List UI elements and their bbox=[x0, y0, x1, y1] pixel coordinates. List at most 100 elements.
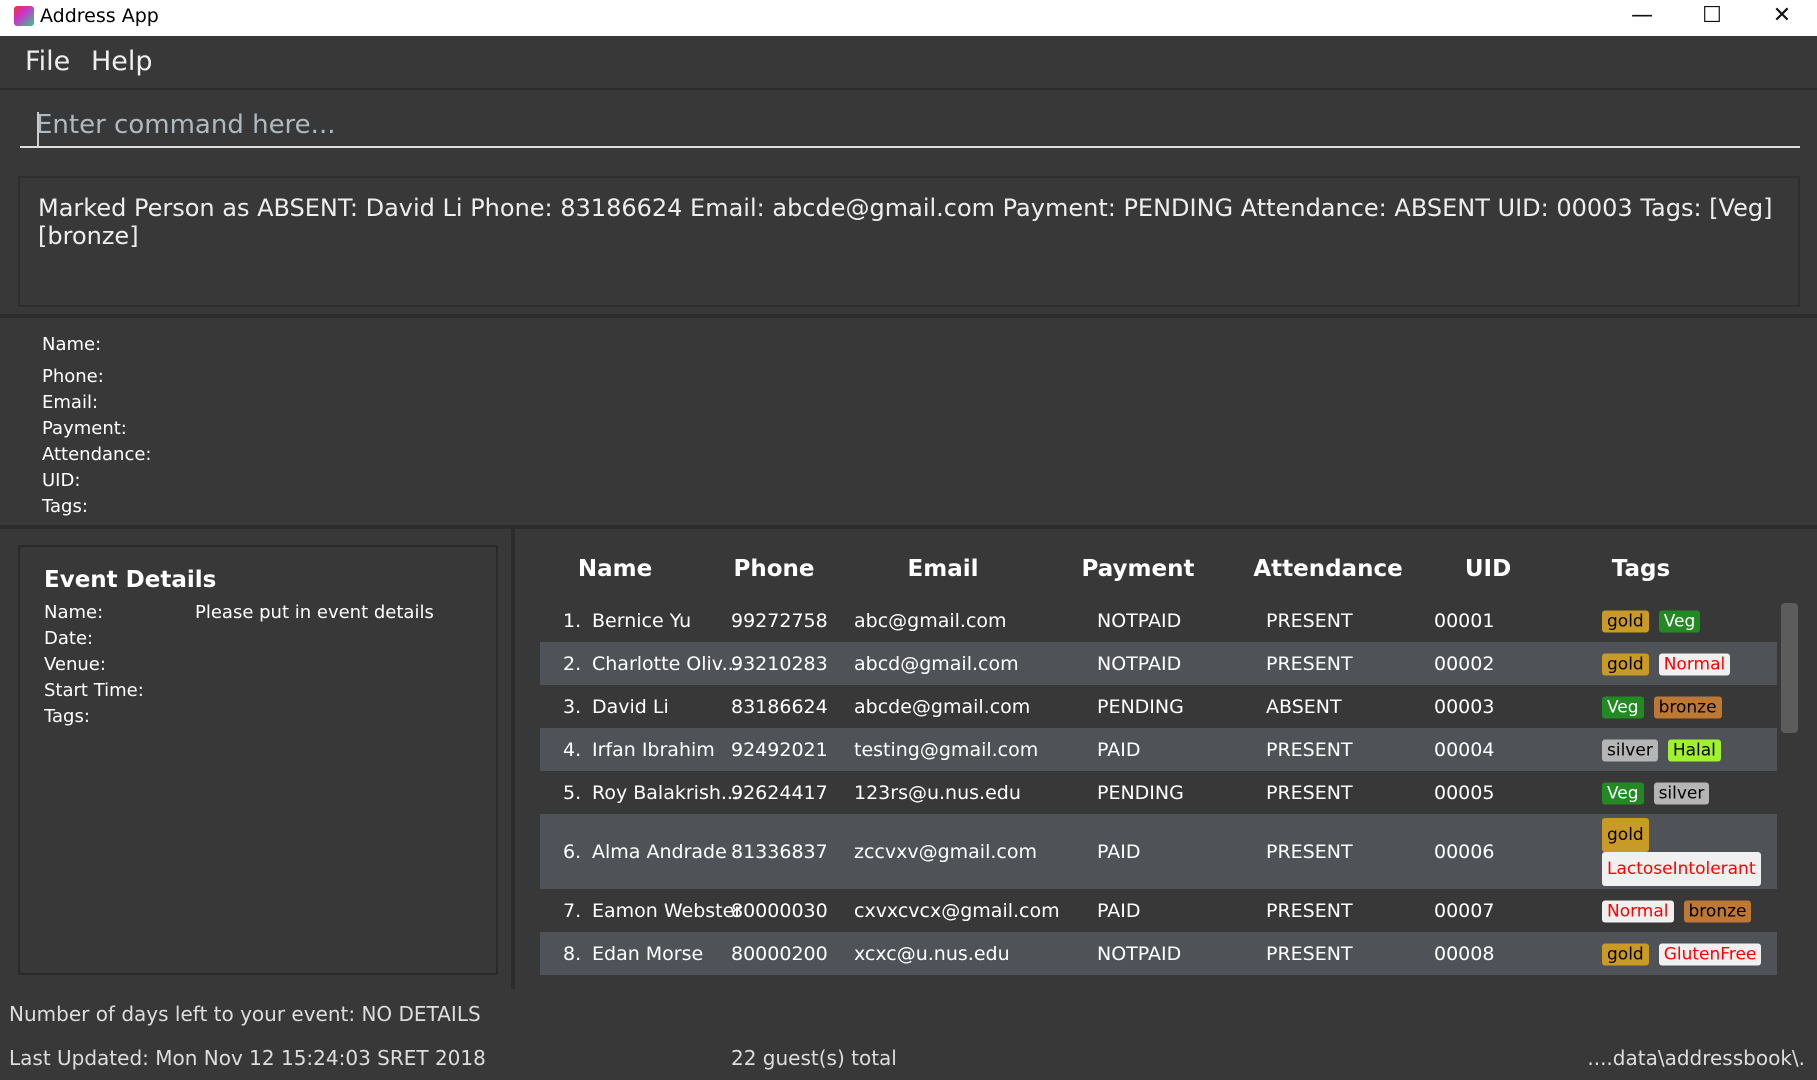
event-start-time-label: Start Time: bbox=[44, 680, 144, 701]
tag-badge: silver bbox=[1602, 739, 1658, 761]
column-header-payment[interactable]: Payment bbox=[1082, 556, 1195, 582]
event-tags-label: Tags: bbox=[44, 706, 90, 727]
cell-email: abcd@gmail.com bbox=[854, 652, 1019, 675]
table-row[interactable]: 8. Edan Morse 80000200 xcxc@u.nus.edu NOTPAI… bbox=[540, 932, 1777, 975]
column-header-name[interactable]: Name bbox=[578, 556, 652, 582]
maximize-button[interactable]: ☐ bbox=[1682, 0, 1742, 36]
cell-attendance: PRESENT bbox=[1266, 652, 1353, 675]
cell-email: abc@gmail.com bbox=[854, 609, 1007, 632]
guest-total-text: 22 guest(s) total bbox=[731, 1046, 897, 1070]
person-payment-label: Payment: bbox=[42, 418, 127, 439]
tag-badge: gold bbox=[1602, 817, 1649, 852]
tag-badge: Veg bbox=[1602, 696, 1644, 718]
title-bar: Address App — ☐ ✕ bbox=[0, 0, 1817, 36]
cell-tags: gold Normal bbox=[1602, 652, 1740, 675]
menu-file[interactable]: File bbox=[25, 46, 70, 77]
table-row[interactable]: 2. Charlotte Oliv... 93210283 abcd@gmail.co… bbox=[540, 642, 1777, 685]
tag-badge: gold bbox=[1602, 610, 1649, 632]
column-header-email[interactable]: Email bbox=[908, 556, 979, 582]
column-header-uid[interactable]: UID bbox=[1465, 556, 1511, 582]
last-updated-text: Last Updated: Mon Nov 12 15:24:03 SRET 2… bbox=[9, 1046, 486, 1070]
cell-num: 6. bbox=[563, 840, 582, 863]
event-details-panel: Event Details Name: Please put in event … bbox=[18, 545, 498, 975]
person-attendance-label: Attendance: bbox=[42, 444, 152, 465]
cell-uid: 00006 bbox=[1434, 840, 1495, 863]
tag-badge: Halal bbox=[1667, 739, 1721, 761]
event-date-label: Date: bbox=[44, 628, 94, 649]
table-row[interactable]: 1. Bernice Yu 99272758 abc@gmail.com NOTPAID… bbox=[540, 599, 1777, 642]
tag-badge: bronze bbox=[1683, 900, 1752, 922]
cell-uid: 00002 bbox=[1434, 652, 1495, 675]
table-row[interactable]: 7. Eamon Webster 80000030 cxvxcvcx@gmail.co… bbox=[540, 889, 1777, 932]
cell-name: Bernice Yu bbox=[592, 609, 692, 632]
cell-tags: Veg silver bbox=[1602, 781, 1719, 804]
person-email-label: Email: bbox=[42, 392, 99, 413]
cell-attendance: PRESENT bbox=[1266, 942, 1353, 965]
divider bbox=[0, 314, 1817, 318]
tag-badge: gold bbox=[1602, 653, 1649, 675]
divider bbox=[0, 525, 1817, 529]
cell-attendance: PRESENT bbox=[1266, 609, 1353, 632]
event-name-label: Name: bbox=[44, 602, 104, 623]
tag-badge: gold bbox=[1602, 943, 1649, 965]
cell-phone: 99272758 bbox=[731, 609, 828, 632]
cell-email: 123rs@u.nus.edu bbox=[854, 781, 1021, 804]
tag-badge: GlutenFree bbox=[1658, 943, 1762, 965]
cell-uid: 00003 bbox=[1434, 695, 1495, 718]
cell-attendance: PRESENT bbox=[1266, 781, 1353, 804]
tag-badge: silver bbox=[1653, 782, 1710, 804]
cell-name: Eamon Webster bbox=[592, 899, 743, 922]
cell-email: abcde@gmail.com bbox=[854, 695, 1031, 718]
cell-payment: PENDING bbox=[1097, 781, 1184, 804]
status-bar: Number of days left to your event: NO DE… bbox=[0, 989, 1817, 1080]
cell-attendance: PRESENT bbox=[1266, 840, 1353, 863]
cell-phone: 93210283 bbox=[731, 652, 828, 675]
command-input[interactable] bbox=[20, 104, 1800, 148]
column-header-attendance[interactable]: Attendance bbox=[1253, 556, 1402, 582]
cell-payment: PAID bbox=[1097, 899, 1141, 922]
cell-payment: NOTPAID bbox=[1097, 942, 1182, 965]
table-row[interactable]: 6. Alma Andrade 81336837 zccvxv@gmail.com PA… bbox=[540, 814, 1777, 889]
table-row[interactable]: 3. David Li 83186624 abcde@gmail.com PENDING… bbox=[540, 685, 1777, 728]
cell-phone: 81336837 bbox=[731, 840, 828, 863]
table-row[interactable]: 4. Irfan Ibrahim 92492021 testing@gmail.com… bbox=[540, 728, 1777, 771]
close-button[interactable]: ✕ bbox=[1752, 0, 1812, 36]
minimize-button[interactable]: — bbox=[1612, 0, 1672, 36]
file-path-text: ....data\addressbook\. bbox=[1587, 1046, 1805, 1070]
cell-email: testing@gmail.com bbox=[854, 738, 1039, 761]
cell-name: Alma Andrade bbox=[592, 840, 727, 863]
tag-badge: bronze bbox=[1653, 696, 1722, 718]
cell-email: zccvxv@gmail.com bbox=[854, 840, 1037, 863]
cell-payment: PAID bbox=[1097, 738, 1141, 761]
cell-name: Irfan Ibrahim bbox=[592, 738, 715, 761]
person-uid-label: UID: bbox=[42, 470, 81, 491]
column-header-tags[interactable]: Tags bbox=[1612, 556, 1670, 582]
cell-phone: 80000030 bbox=[731, 899, 828, 922]
cell-payment: NOTPAID bbox=[1097, 652, 1182, 675]
cell-tags: Normal bronze bbox=[1602, 899, 1761, 922]
table-row[interactable]: 5. Roy Balakrish... 92624417 123rs@u.nus.ed… bbox=[540, 771, 1777, 814]
cell-num: 3. bbox=[563, 695, 582, 718]
cell-num: 5. bbox=[563, 781, 582, 804]
cell-attendance: PRESENT bbox=[1266, 899, 1353, 922]
cell-uid: 00001 bbox=[1434, 609, 1495, 632]
person-phone-label: Phone: bbox=[42, 366, 104, 387]
tag-badge: Veg bbox=[1658, 610, 1701, 632]
person-details-panel: Name: Phone: Email: Payment: Attendance:… bbox=[42, 332, 152, 520]
cell-num: 1. bbox=[563, 609, 582, 632]
text-caret bbox=[37, 112, 39, 146]
cell-payment: NOTPAID bbox=[1097, 609, 1182, 632]
tag-badge: Veg bbox=[1602, 782, 1644, 804]
cell-num: 2. bbox=[563, 652, 582, 675]
column-header-phone[interactable]: Phone bbox=[733, 556, 814, 582]
cell-phone: 92624417 bbox=[731, 781, 828, 804]
scrollbar-thumb[interactable] bbox=[1781, 603, 1798, 733]
days-left-text: Number of days left to your event: NO DE… bbox=[9, 1002, 481, 1026]
cell-uid: 00005 bbox=[1434, 781, 1495, 804]
cell-attendance: ABSENT bbox=[1266, 695, 1342, 718]
cell-num: 8. bbox=[563, 942, 582, 965]
menu-help[interactable]: Help bbox=[91, 46, 153, 77]
cell-name: Roy Balakrish... bbox=[592, 781, 740, 804]
event-venue-label: Venue: bbox=[44, 654, 106, 675]
result-display: Marked Person as ABSENT: David Li Phone:… bbox=[18, 176, 1800, 307]
